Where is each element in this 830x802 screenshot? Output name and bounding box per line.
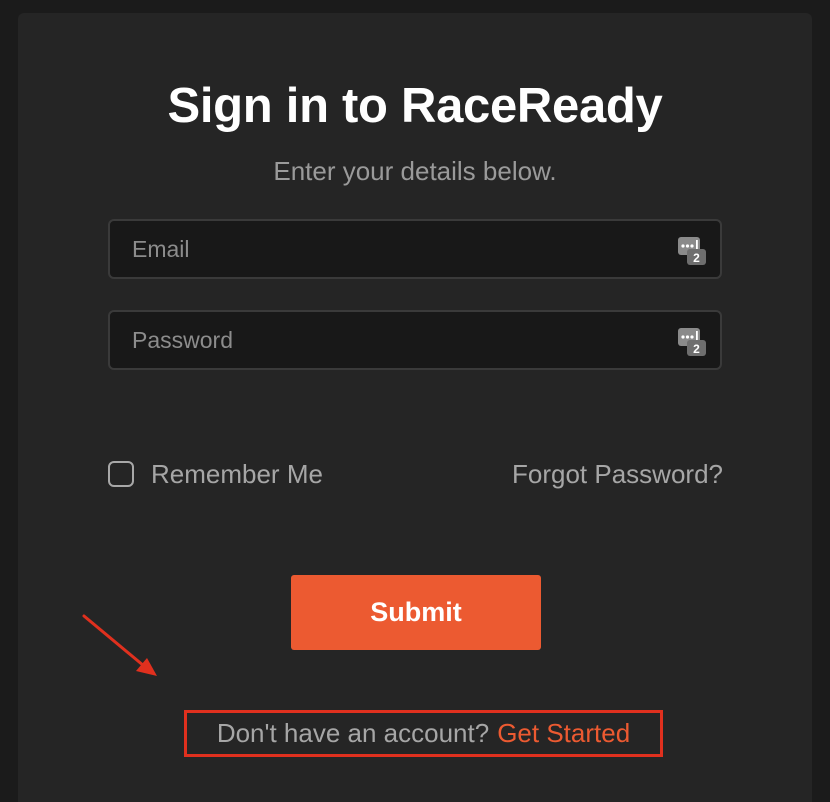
signup-prompt: Don't have an account? Get Started: [184, 710, 663, 757]
forgot-password-link[interactable]: Forgot Password?: [512, 459, 723, 489]
svg-text:2: 2: [693, 342, 700, 356]
remember-me[interactable]: Remember Me: [108, 459, 323, 489]
submit-button[interactable]: Submit: [291, 575, 541, 650]
get-started-link[interactable]: Get Started: [497, 718, 630, 749]
login-page: Sign in to RaceReady Enter your details …: [0, 0, 830, 802]
red-arrow-icon: [82, 614, 157, 676]
password-field-container: 2: [108, 310, 722, 370]
page-subtitle: Enter your details below.: [273, 156, 557, 186]
email-field[interactable]: [110, 221, 720, 277]
remember-me-label: Remember Me: [151, 458, 323, 489]
page-title: Sign in to RaceReady: [167, 79, 663, 133]
remember-me-checkbox[interactable]: [108, 461, 134, 487]
password-field[interactable]: [110, 312, 720, 368]
svg-text:2: 2: [693, 251, 700, 265]
password-manager-icon[interactable]: 2: [678, 235, 706, 265]
password-manager-icon[interactable]: 2: [678, 326, 706, 356]
signup-prompt-text: Don't have an account?: [216, 718, 490, 748]
email-field-container: 2: [108, 219, 722, 279]
